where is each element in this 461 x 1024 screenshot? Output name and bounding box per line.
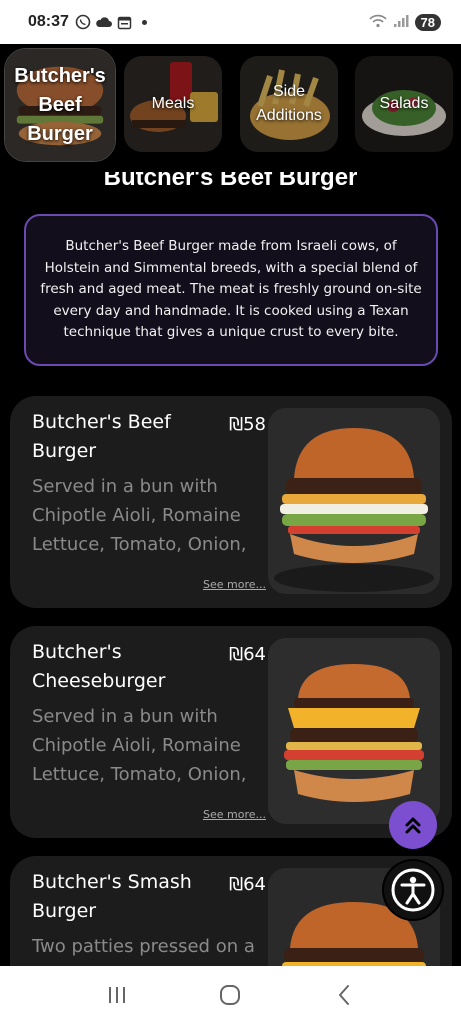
cloud-icon xyxy=(95,15,113,29)
category-label: Side Additions xyxy=(256,83,322,124)
whatsapp-icon xyxy=(75,14,91,30)
menu-item-name: Butcher's Cheeseburger xyxy=(32,641,166,692)
see-more-link[interactable]: See more... xyxy=(203,808,266,821)
menu-item-price: ₪58 xyxy=(228,414,266,435)
back-button[interactable] xyxy=(324,975,364,1015)
category-carousel[interactable]: Butcher's Beef Burger Meals Side Additio… xyxy=(0,44,461,166)
home-button[interactable] xyxy=(210,975,250,1015)
menu-item-price: ₪64 xyxy=(228,644,266,665)
category-tab-side-additions[interactable]: Side Additions xyxy=(240,56,338,152)
category-tab-meals[interactable]: Meals xyxy=(124,56,222,152)
menu-item-price: ₪64 xyxy=(228,874,266,895)
status-time: 08:37 xyxy=(28,13,69,30)
notification-icons xyxy=(75,14,147,30)
menu-item-image xyxy=(268,408,440,594)
burger-photo-icon xyxy=(268,408,440,594)
category-tab-beef-burger[interactable]: Butcher's Beef Burger xyxy=(4,48,116,162)
menu-item-card[interactable]: Butcher's Beef Burger ₪58 Served in a bu… xyxy=(10,396,452,608)
menu-item-info: Butcher's Beef Burger ₪58 Served in a bu… xyxy=(32,408,266,591)
menu-item-info: Butcher's Cheeseburger ₪64 Served in a b… xyxy=(32,638,266,821)
calendar-icon xyxy=(117,15,132,30)
system-icons: 78 xyxy=(368,13,441,32)
signal-icon xyxy=(393,13,409,32)
menu-item-name: Butcher's Beef Burger xyxy=(32,411,171,462)
menu-item-image xyxy=(268,638,440,824)
category-description: Butcher's Beef Burger made from Israeli … xyxy=(40,238,422,341)
battery-indicator: 78 xyxy=(414,13,441,31)
section-title-text: Butcher's Beef Burger xyxy=(103,172,358,191)
accessibility-button[interactable] xyxy=(384,861,442,919)
recent-apps-icon xyxy=(108,987,125,1003)
cheeseburger-photo-icon xyxy=(268,638,440,824)
see-more-link[interactable]: See more... xyxy=(203,578,266,591)
category-label: Butcher's Beef Burger xyxy=(14,64,106,145)
accessibility-icon xyxy=(391,868,435,912)
category-label: Salads xyxy=(379,95,429,112)
dot-icon xyxy=(141,19,147,25)
home-icon xyxy=(220,985,241,1005)
scroll-to-top-button[interactable] xyxy=(389,801,437,849)
status-bar: 08:37 78 xyxy=(0,0,461,44)
back-icon xyxy=(339,985,350,1005)
menu-item-description: Served in a bun with Chipotle Aioli, Rom… xyxy=(32,706,247,785)
menu-item-description: Served in a bun with Chipotle Aioli, Rom… xyxy=(32,476,247,555)
category-description-box: Butcher's Beef Burger made from Israeli … xyxy=(24,214,438,366)
menu-item-card[interactable]: Butcher's Cheeseburger ₪64 Served in a b… xyxy=(10,626,452,838)
recent-apps-button[interactable] xyxy=(97,975,137,1015)
menu-item-name: Butcher's Smash Burger xyxy=(32,871,192,922)
double-chevron-up-icon xyxy=(405,817,421,834)
category-label: Meals xyxy=(151,95,195,112)
wifi-icon xyxy=(368,13,387,32)
system-nav-bar xyxy=(0,966,461,1024)
category-tab-salads[interactable]: Salads xyxy=(355,56,453,152)
section-title: Butcher's Beef Burger xyxy=(0,172,461,194)
